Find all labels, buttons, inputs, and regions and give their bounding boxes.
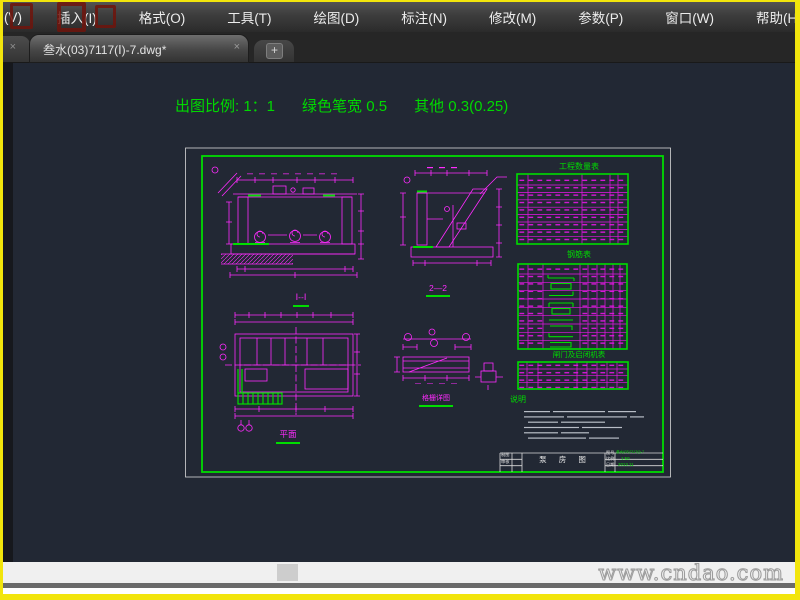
watermark-fragment: [57, 2, 86, 32]
watermark-fragment: [10, 3, 33, 29]
menu-parametric[interactable]: 参数(P): [557, 7, 644, 27]
green-pen-width-text: 绿色笔宽 0.5: [302, 98, 388, 115]
plus-icon[interactable]: +: [266, 43, 283, 59]
drawing-sheet: .m{stroke:#ff2bff;fill:none;stroke-width…: [185, 147, 671, 478]
menu-help[interactable]: 帮助(H): [735, 7, 800, 27]
active-document-tab[interactable]: 叁水(03)7117(Ⅰ)-7.dwg* ×: [30, 35, 248, 62]
section-1-view: [211, 166, 364, 278]
document-tab-title: 叁水(03)7117(Ⅰ)-7.dwg*: [43, 43, 167, 57]
watermark-fragment: [95, 5, 116, 28]
quantities-table: [516, 173, 629, 245]
notes-text-lines: [524, 411, 644, 439]
section-2-view: [400, 166, 507, 266]
document-tab-bar: × 叁水(03)7117(Ⅰ)-7.dwg* × +: [0, 32, 800, 63]
close-tab-icon[interactable]: ×: [10, 41, 16, 53]
menu-bar: (V) 插入(I) 格式(O) 工具(T) 绘图(D) 标注(N) 修改(M) …: [0, 2, 800, 32]
other-pen-width-text: 其他 0.3(0.25): [414, 98, 509, 115]
menu-window[interactable]: 窗口(W): [644, 7, 735, 27]
detail-view: [394, 328, 503, 390]
new-tab-button[interactable]: +: [254, 40, 294, 62]
plan-view: [219, 307, 361, 432]
close-tab-icon[interactable]: ×: [234, 41, 240, 53]
clipped-document-tab[interactable]: ×: [0, 36, 30, 62]
plot-settings-note: 出图比例: 1：1 绿色笔宽 0.5 其他 0.3(0.25): [175, 95, 535, 116]
frame-border-left: [0, 0, 3, 600]
rebar-table: [517, 263, 628, 350]
plot-scale-text: 出图比例: 1：1: [175, 98, 276, 115]
site-watermark: www.cndao.com: [598, 561, 784, 586]
menu-modify[interactable]: 修改(M): [468, 7, 557, 27]
frame-border-bottom: [0, 594, 800, 600]
menu-tools[interactable]: 工具(T): [206, 7, 292, 27]
menu-draw[interactable]: 绘图(D): [293, 7, 381, 27]
menu-format[interactable]: 格式(O): [118, 7, 207, 27]
canvas-left-gutter: [3, 63, 13, 562]
title-block-grid: [499, 452, 663, 472]
menu-dimension[interactable]: 标注(N): [380, 7, 468, 27]
drawing-canvas[interactable]: 出图比例: 1：1 绿色笔宽 0.5 其他 0.3(0.25) Ⅰ--Ⅰ 2—2…: [3, 63, 795, 562]
cad-application-window: (V) 插入(I) 格式(O) 工具(T) 绘图(D) 标注(N) 修改(M) …: [0, 0, 800, 600]
scrollbar-thumb[interactable]: [277, 564, 298, 581]
frame-border-right: [795, 0, 800, 600]
materials-table: [517, 361, 629, 390]
frame-border-top: [0, 0, 800, 2]
